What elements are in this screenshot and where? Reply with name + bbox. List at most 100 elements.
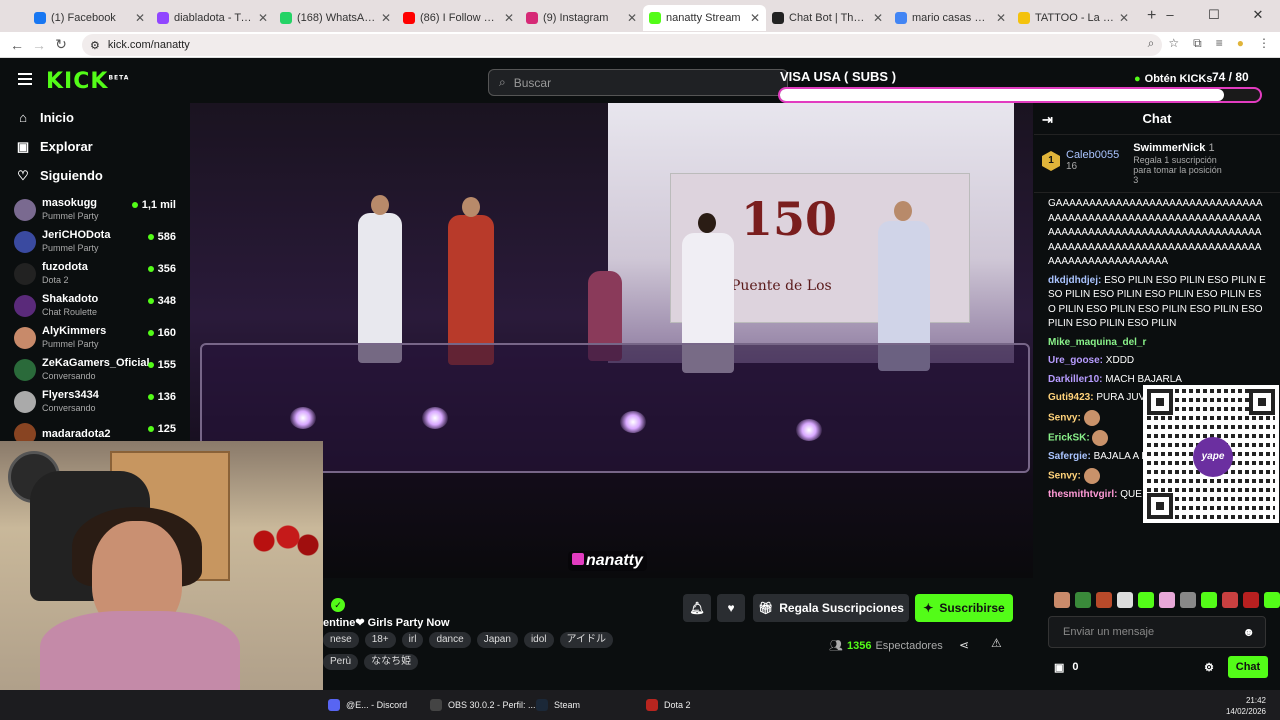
tab-close-icon[interactable]: ✕	[873, 11, 883, 25]
get-kicks-button[interactable]: ● Obtén KICKs	[1134, 73, 1213, 85]
browser-tab[interactable]: nanatty Stream ✕	[643, 5, 766, 31]
chat-username[interactable]: Guti9423:	[1048, 392, 1094, 403]
followed-channel[interactable]: masokugg Pummel Party 1,1 mil	[0, 194, 190, 226]
followed-channel[interactable]: JeriCHODota Pummel Party 586	[0, 226, 190, 258]
channel-info: JeriCHODota Pummel Party	[42, 229, 110, 255]
stream-tag[interactable]: nese	[323, 632, 359, 648]
stream-tag[interactable]: ななち姫	[364, 654, 419, 670]
stream-tag[interactable]: dance	[429, 632, 471, 648]
nav-item-inicio[interactable]: ⌂ Inicio	[0, 103, 190, 132]
emote-icon[interactable]	[1243, 592, 1259, 608]
emote-icon[interactable]	[1138, 592, 1154, 608]
emote-icon[interactable]	[1054, 592, 1070, 608]
subscribe-button[interactable]: ✦ Suscribirse	[915, 594, 1013, 622]
back-icon[interactable]: ←	[6, 37, 28, 53]
channel-viewers: 136	[147, 391, 176, 403]
browser-tab[interactable]: mario casas 2026 - B ✕	[889, 5, 1012, 31]
tab-close-icon[interactable]: ✕	[258, 11, 268, 25]
maximize-icon[interactable]: ☐	[1192, 0, 1236, 32]
followed-channel[interactable]: Flyers3434 Conversando 136	[0, 386, 190, 418]
share-icon[interactable]: ⋖	[959, 638, 969, 652]
stream-tag[interactable]: 18+	[364, 632, 396, 648]
browser-tab[interactable]: (86) I Follow Rivers - ✕	[397, 5, 520, 31]
browser-tab[interactable]: Chat Bot | The best C ✕	[766, 5, 889, 31]
taskbar-app[interactable]: Steam	[530, 690, 586, 720]
emote-icon[interactable]	[1222, 592, 1238, 608]
emote-icon[interactable]	[1117, 592, 1133, 608]
browser-tab[interactable]: TATTOO - La Unica Te ✕	[1012, 5, 1135, 31]
browser-tab[interactable]: (9) Instagram ✕	[520, 5, 643, 31]
followed-channel[interactable]: fuzodota Dota 2 356	[0, 258, 190, 290]
chat-settings-icon[interactable]: ⚙	[1204, 661, 1214, 674]
nav-item-siguiendo[interactable]: ♡ Siguiendo	[0, 161, 190, 190]
emote-icon[interactable]	[1264, 592, 1280, 608]
reload-icon[interactable]: ↻	[50, 36, 72, 53]
collapse-chat-icon[interactable]: ⇥	[1042, 112, 1053, 128]
gift-subs-button[interactable]: 🎁︎ Regala Suscripciones	[753, 594, 909, 622]
taskbar-app[interactable]: Dota 2	[640, 690, 697, 720]
kicks-wallet-icon[interactable]: ▣	[1054, 661, 1064, 674]
followed-channel[interactable]: ZeKaGamers_Oficial Conversando 155	[0, 354, 190, 386]
browser-tab[interactable]: (168) WhatsApp ✕	[274, 5, 397, 31]
hamburger-menu-icon[interactable]	[18, 73, 32, 85]
tab-close-icon[interactable]: ✕	[996, 11, 1006, 25]
clock-date: 14/02/2026	[1225, 707, 1266, 716]
emote-icon[interactable]	[1075, 592, 1091, 608]
followed-channel[interactable]: AlyKimmers Pummel Party 160	[0, 322, 190, 354]
leader-name[interactable]: Caleb0055	[1066, 149, 1119, 161]
taskbar-app-label: Dota 2	[664, 700, 691, 710]
browser-tab[interactable]: (1) Facebook ✕	[28, 5, 151, 31]
taskbar-app[interactable]: @E... - Discord	[322, 690, 413, 720]
chat-username[interactable]: Senvy:	[1048, 412, 1081, 423]
bell-icon: 🔔︎	[689, 601, 705, 615]
bookmark-star-icon[interactable]: ☆	[1168, 36, 1179, 51]
kick-logo[interactable]: KICKBETA	[46, 69, 129, 94]
emote-icon[interactable]	[1159, 592, 1175, 608]
forward-icon[interactable]: →	[28, 37, 50, 53]
close-window-icon[interactable]: ✕	[1236, 0, 1280, 32]
stream-tag[interactable]: Perù	[323, 654, 359, 670]
follow-button[interactable]: ♥	[717, 594, 745, 622]
tab-close-icon[interactable]: ✕	[750, 11, 760, 25]
minimize-icon[interactable]: –	[1148, 0, 1192, 32]
chat-username[interactable]: thesmithtvgirl:	[1048, 489, 1117, 500]
stream-tag[interactable]: idol	[523, 632, 554, 648]
search-input[interactable]: ⌕ Buscar	[488, 69, 788, 96]
chat-username[interactable]: ErickSK:	[1048, 432, 1090, 443]
browser-tab[interactable]: diabladota - Twitch ✕	[151, 5, 274, 31]
report-icon[interactable]: ⚠	[991, 636, 1002, 650]
send-chat-button[interactable]: Chat	[1228, 656, 1268, 678]
menu-icon[interactable]: ⋮	[1258, 36, 1270, 51]
emote-icon[interactable]	[1096, 592, 1112, 608]
nav-item-explorar[interactable]: ▣ Explorar	[0, 132, 190, 161]
chat-input[interactable]: Enviar un mensaje ☻	[1048, 616, 1266, 648]
stream-tag[interactable]: Japan	[476, 632, 518, 648]
tab-close-icon[interactable]: ✕	[1119, 11, 1129, 25]
emote-icon[interactable]	[1180, 592, 1196, 608]
media-icon[interactable]: ≡	[1216, 36, 1223, 51]
taskbar-app[interactable]: OBS 30.0.2 - Perfil: ...	[424, 690, 542, 720]
system-clock[interactable]: 21:42 14/02/2026	[1226, 695, 1266, 717]
chat-username[interactable]: dkdjdhdjej:	[1048, 275, 1101, 286]
chat-username[interactable]: Darkiller10:	[1048, 374, 1102, 385]
tab-close-icon[interactable]: ✕	[135, 11, 145, 25]
leader2-name[interactable]: SwimmerNick	[1133, 142, 1205, 154]
tab-close-icon[interactable]: ✕	[504, 11, 514, 25]
extensions-icon[interactable]: ⧉	[1193, 36, 1202, 51]
emote-icon[interactable]	[1201, 592, 1217, 608]
stream-tag[interactable]: irl	[401, 632, 424, 648]
zoom-icon[interactable]: ⌕	[1148, 36, 1155, 51]
tab-close-icon[interactable]: ✕	[381, 11, 391, 25]
url-field[interactable]: ⚙ kick.com/nanatty	[82, 34, 1162, 56]
stream-tag[interactable]: アイドル	[559, 632, 614, 648]
chat-username[interactable]: Mike_maquina_del_r	[1048, 337, 1146, 348]
chat-username[interactable]: Senvy:	[1048, 471, 1081, 482]
notify-button[interactable]: 🔔︎	[683, 594, 711, 622]
emoji-picker-icon[interactable]: ☻	[1242, 617, 1255, 647]
followed-channel[interactable]: Shakadoto Chat Roulette 348	[0, 290, 190, 322]
site-info-icon[interactable]: ⚙	[90, 39, 100, 52]
tab-close-icon[interactable]: ✕	[627, 11, 637, 25]
chat-username[interactable]: Ure_goose:	[1048, 355, 1103, 366]
chat-username[interactable]: Safergie:	[1048, 451, 1091, 462]
profile-icon[interactable]: ●	[1237, 36, 1244, 51]
